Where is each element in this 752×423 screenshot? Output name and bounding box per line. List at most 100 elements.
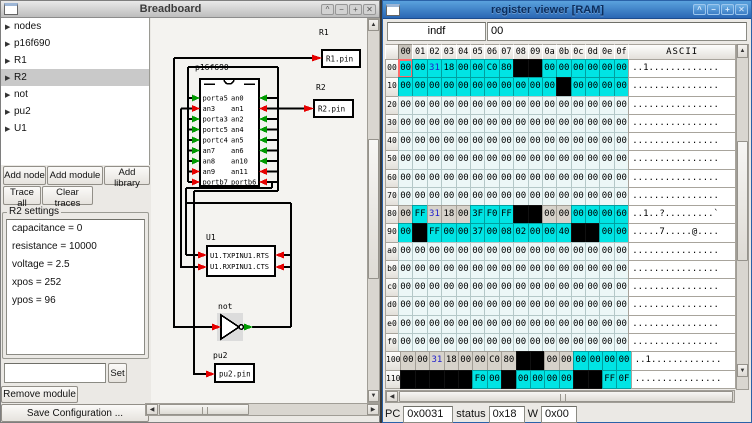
register-cell[interactable]: 00 [427,96,442,115]
register-cell[interactable]: 00 [427,296,442,315]
register-cell[interactable]: 00 [571,77,586,96]
register-cell[interactable]: 00 [556,187,571,206]
register-cell[interactable]: 00 [499,169,514,188]
register-cell[interactable]: 00 [556,59,571,78]
register-cell[interactable]: 00 [470,187,485,206]
register-cell[interactable]: 00 [499,333,514,352]
register-cell[interactable]: 00 [427,114,442,133]
register-cell[interactable]: 00 [427,77,442,96]
register-cell[interactable]: 00 [441,278,456,297]
register-cell[interactable]: 00 [398,296,413,315]
register-cell[interactable]: 00 [542,96,557,115]
register-cell[interactable] [516,351,531,370]
register-cell[interactable]: 00 [484,278,499,297]
register-cell[interactable]: 00 [528,150,543,169]
register-cell[interactable]: 00 [513,187,528,206]
register-cell[interactable] [501,370,516,389]
register-cell[interactable]: 40 [556,223,571,242]
register-cell[interactable]: 00 [470,333,485,352]
register-cell[interactable]: 00 [412,296,427,315]
register-cell[interactable]: 00 [599,242,614,261]
register-cell[interactable]: 00 [528,260,543,279]
column-header-09[interactable]: 09 [528,44,543,60]
register-cell[interactable]: 00 [412,114,427,133]
register-cell[interactable]: 00 [513,296,528,315]
add-library-button[interactable]: Add library [104,166,150,185]
register-cell[interactable] [444,370,459,389]
register-cell[interactable]: 00 [571,296,586,315]
register-cell[interactable]: 00 [571,187,586,206]
shade-button[interactable]: ^ [693,4,706,15]
register-cell[interactable] [513,59,528,78]
selected-register-value[interactable]: 00 [487,22,747,41]
register-cell[interactable]: 00 [614,96,629,115]
register-cell[interactable]: 00 [412,77,427,96]
register-cell[interactable]: 00 [513,315,528,334]
maximize-button[interactable]: + [349,4,362,15]
register-cell[interactable]: 00 [614,296,629,315]
register-cell[interactable]: 00 [585,260,600,279]
register-cell[interactable]: 00 [571,169,586,188]
register-cell[interactable]: 00 [599,132,614,151]
register-cell[interactable]: 00 [412,187,427,206]
register-cell[interactable]: 00 [599,205,614,224]
row-header-20[interactable]: 20 [385,96,399,115]
settings-line[interactable]: resistance = 10000 [7,238,144,256]
register-cell[interactable]: 00 [513,260,528,279]
register-cell[interactable]: 00 [528,114,543,133]
register-cell[interactable]: 00 [599,59,614,78]
register-cell[interactable]: 00 [456,169,471,188]
register-horizontal-scrollbar[interactable]: ◀ [385,390,735,403]
column-header-08[interactable]: 08 [513,44,528,60]
register-cell[interactable]: 00 [456,278,471,297]
column-header-0d[interactable]: 0d [585,44,600,60]
register-cell[interactable]: 31 [429,351,444,370]
expander-icon[interactable]: ▶ [5,23,14,31]
row-header-50[interactable]: 50 [385,150,399,169]
register-cell[interactable]: 00 [470,114,485,133]
register-cell[interactable]: 00 [441,132,456,151]
column-header-0b[interactable]: 0b [556,44,571,60]
register-cell[interactable]: 00 [456,242,471,261]
register-cell[interactable]: 00 [499,132,514,151]
tree-item-R1[interactable]: ▶R1 [1,52,149,69]
register-cell[interactable]: 00 [412,242,427,261]
register-cell[interactable]: 80 [501,351,516,370]
register-cell[interactable]: 00 [542,77,557,96]
register-cell[interactable]: 00 [542,59,557,78]
register-cell[interactable]: 00 [484,114,499,133]
row-header-70[interactable]: 70 [385,187,399,206]
register-cell[interactable]: 00 [441,169,456,188]
register-cell[interactable]: 00 [499,96,514,115]
register-cell[interactable]: 00 [412,169,427,188]
canvas-vertical-scrollbar[interactable]: ▲ ▼ [367,18,380,403]
register-cell[interactable]: FF [412,205,427,224]
register-cell[interactable]: 00 [599,150,614,169]
register-cell[interactable]: 00 [484,333,499,352]
scroll-down-icon[interactable]: ▼ [368,390,379,402]
register-cell[interactable]: 00 [556,205,571,224]
register-cell[interactable]: 00 [559,351,574,370]
register-cell[interactable]: 00 [516,370,531,389]
row-header-f0[interactable]: f0 [385,333,399,352]
register-cell[interactable]: 00 [556,260,571,279]
register-cell[interactable] [528,59,543,78]
close-button[interactable]: ✕ [363,4,376,15]
register-cell[interactable]: 00 [559,370,574,389]
expander-icon[interactable]: ▶ [5,57,14,65]
register-cell[interactable]: 18 [441,205,456,224]
register-cell[interactable]: 00 [470,315,485,334]
register-cell[interactable]: 00 [513,278,528,297]
register-cell[interactable]: 00 [398,242,413,261]
register-cell[interactable]: 00 [571,132,586,151]
u1-module[interactable] [207,246,275,276]
register-cell[interactable]: 00 [528,77,543,96]
register-cell[interactable]: 00 [542,169,557,188]
register-cell[interactable]: 00 [472,351,487,370]
set-value-input[interactable] [4,363,106,383]
register-cell[interactable]: 00 [470,169,485,188]
register-cell[interactable]: 00 [470,96,485,115]
minimize-button[interactable]: − [707,4,720,15]
column-header-00[interactable]: 00 [398,44,413,60]
register-cell[interactable]: 00 [571,315,586,334]
